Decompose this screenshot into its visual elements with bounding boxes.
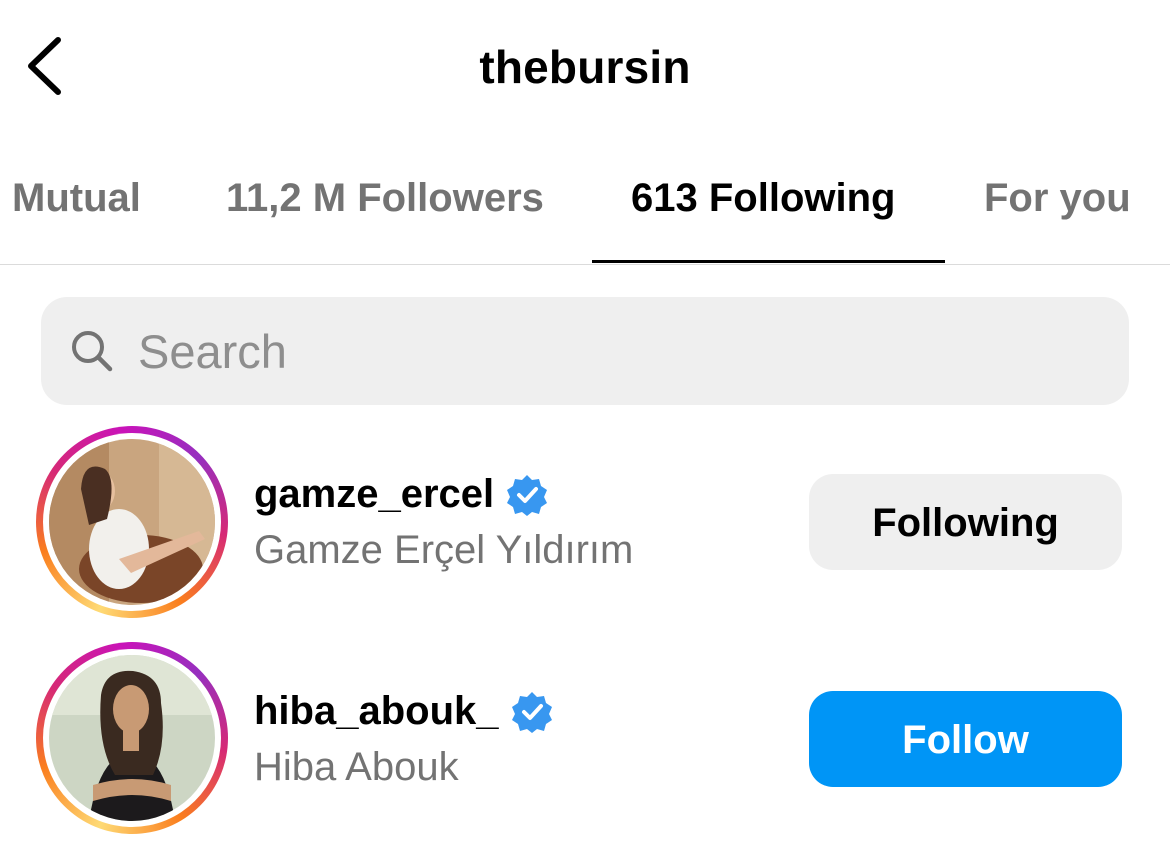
search-icon <box>72 331 113 372</box>
username-line: hiba_abouk_ <box>254 689 553 734</box>
tab-bar: Mutual 11,2 M Followers 613 Following Fo… <box>0 150 1170 265</box>
avatar-image <box>49 655 215 821</box>
username[interactable]: hiba_abouk_ <box>254 689 499 734</box>
tab-for-you[interactable]: For you <box>984 176 1131 221</box>
tab-followers[interactable]: 11,2 M Followers <box>226 176 544 221</box>
tab-mutual[interactable]: Mutual <box>12 176 141 221</box>
full-name: Gamze Erçel Yıldırım <box>254 528 634 572</box>
verified-badge-icon <box>511 691 552 733</box>
username[interactable]: gamze_ercel <box>254 472 494 517</box>
verified-badge-icon <box>507 474 548 516</box>
page-title: thebursin <box>479 41 691 93</box>
avatar[interactable] <box>36 426 228 618</box>
full-name: Hiba Abouk <box>254 745 459 789</box>
follow-button[interactable]: Follow <box>809 691 1122 787</box>
avatar[interactable] <box>36 642 228 834</box>
active-tab-indicator <box>592 260 945 263</box>
avatar-image <box>49 439 215 605</box>
list-item: gamze_ercel Gamze Erçel Yıldırım Followi… <box>0 420 1170 620</box>
search-placeholder: Search <box>138 325 287 378</box>
following-button[interactable]: Following <box>809 474 1122 570</box>
tab-following[interactable]: 613 Following <box>631 176 895 221</box>
username-line: gamze_ercel <box>254 472 548 517</box>
top-bar: thebursin <box>0 0 1170 140</box>
list-item: hiba_abouk_ Hiba Abouk Follow <box>0 637 1170 837</box>
